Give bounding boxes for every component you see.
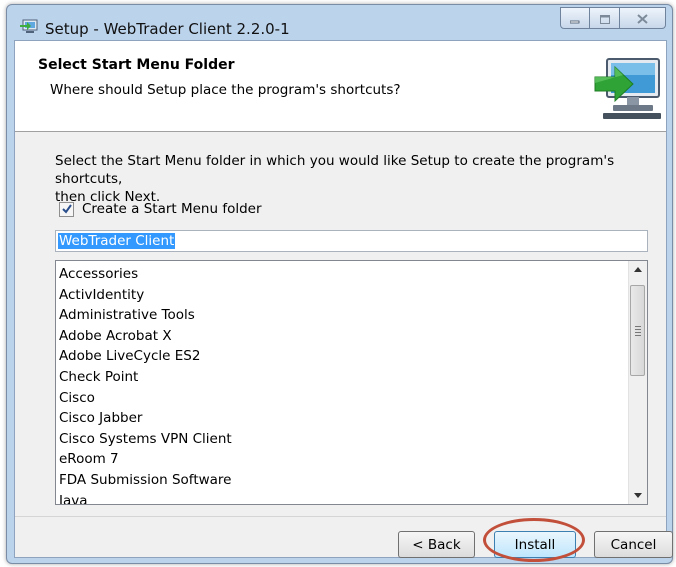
minimize-icon [569,9,580,28]
folder-list-item[interactable]: FDA Submission Software [59,470,232,491]
maximize-button[interactable] [590,7,620,29]
folder-list-item[interactable]: eRoom 7 [59,449,232,470]
cancel-button[interactable]: Cancel [594,531,673,558]
title-bar[interactable]: Setup - WebTrader Client 2.2.0-1 [7,5,672,45]
folder-list-item[interactable]: Administrative Tools [59,305,232,326]
scroll-down-icon [634,493,642,498]
scroll-down-button[interactable] [629,487,647,504]
folder-list-item[interactable]: Cisco Jabber [59,408,232,429]
create-folder-checkbox[interactable] [59,201,74,217]
scroll-up-button[interactable] [629,261,647,278]
folder-list-item[interactable]: ActivIdentity [59,285,232,306]
folder-list-item[interactable]: Java [59,491,232,504]
back-button[interactable]: < Back [398,531,475,558]
folder-list: Accessories ActivIdentity Administrative T… [59,264,232,504]
close-icon [637,9,648,28]
maximize-icon [599,9,610,28]
folder-name-value: WebTrader Client [58,233,176,249]
wizard-content: Select Start Menu Folder Where should Se… [14,40,673,562]
list-scrollbar[interactable] [628,261,647,504]
folder-list-item[interactable]: Accessories [59,264,232,285]
scroll-up-icon [634,267,642,272]
folder-list-item[interactable]: Cisco Systems VPN Client [59,429,232,450]
window-title: Setup - WebTrader Client 2.2.0-1 [45,20,290,38]
page-subtitle: Where should Setup place the program's s… [50,82,401,98]
setup-window: Setup - WebTrader Client 2.2.0-1 Select … [6,4,673,564]
folder-list-item[interactable]: Adobe Acrobat X [59,326,232,347]
page-title: Select Start Menu Folder [38,57,235,73]
thumb-grip [635,326,641,338]
computer-arrow-icon [593,57,661,123]
instruction-text: Select the Start Menu folder in which yo… [55,152,635,206]
folder-list-item[interactable]: Cisco [59,388,232,409]
setup-app-icon [20,18,38,34]
window-controls [560,7,666,31]
create-folder-label: Create a Start Menu folder [82,201,262,217]
folder-name-field[interactable]: WebTrader Client [55,230,648,252]
instruction-line-1: Select the Start Menu folder in which yo… [55,153,615,187]
wizard-header: Select Start Menu Folder Where should Se… [15,41,666,132]
folder-list-item[interactable]: Check Point [59,367,232,388]
folder-list-item[interactable]: Adobe LiveCycle ES2 [59,346,232,367]
create-folder-option[interactable]: Create a Start Menu folder [59,199,262,219]
checkmark-icon [62,203,72,214]
install-highlight-circle [483,518,585,562]
minimize-button[interactable] [560,7,590,29]
close-button[interactable] [620,7,666,29]
scroll-thumb[interactable] [630,285,645,376]
folder-listbox[interactable]: Accessories ActivIdentity Administrative T… [55,260,648,505]
